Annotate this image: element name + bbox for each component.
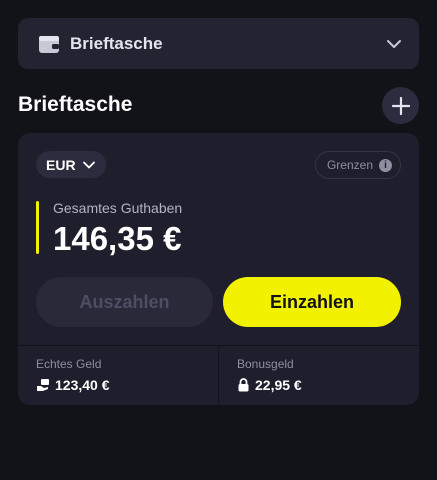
section-title: Brieftasche (18, 93, 133, 116)
real-money-value: 123,40 € (55, 377, 110, 393)
balance-accent-bar (36, 201, 39, 254)
bonus-money-info: Bonusgeld 22,95 € (237, 357, 302, 393)
limits-label: Grenzen (326, 158, 373, 172)
wallet-card: EUR Grenzen i Gesamtes Guthaben 146,35 €… (18, 133, 419, 405)
wallet-dropdown-label: Brieftasche (70, 33, 163, 53)
currency-label: EUR (46, 156, 76, 173)
balance-label: Gesamtes Guthaben (53, 200, 183, 216)
lock-icon (238, 378, 249, 392)
wallet-icon (38, 34, 60, 54)
bonus-label: Bonusgeld (237, 357, 294, 371)
currency-selector[interactable]: EUR (36, 151, 106, 178)
limits-button[interactable]: Grenzen i (314, 151, 401, 179)
wallet-dropdown[interactable]: Brieftasche (18, 18, 419, 69)
cash-hand-icon (37, 379, 49, 391)
plus-icon (391, 96, 410, 115)
chevron-down-icon (82, 161, 95, 168)
real-money-label: Echtes Geld (36, 357, 102, 371)
divider (218, 345, 219, 405)
withdraw-button[interactable]: Auszahlen (36, 277, 213, 327)
bonus-value: 22,95 € (255, 377, 302, 393)
real-money-info: Echtes Geld 123,40 € (36, 357, 110, 393)
chevron-down-icon (385, 35, 403, 53)
add-wallet-button[interactable] (382, 87, 419, 124)
info-icon: i (379, 158, 392, 172)
balance-value: 146,35 € (53, 220, 182, 257)
deposit-button[interactable]: Einzahlen (223, 277, 401, 327)
